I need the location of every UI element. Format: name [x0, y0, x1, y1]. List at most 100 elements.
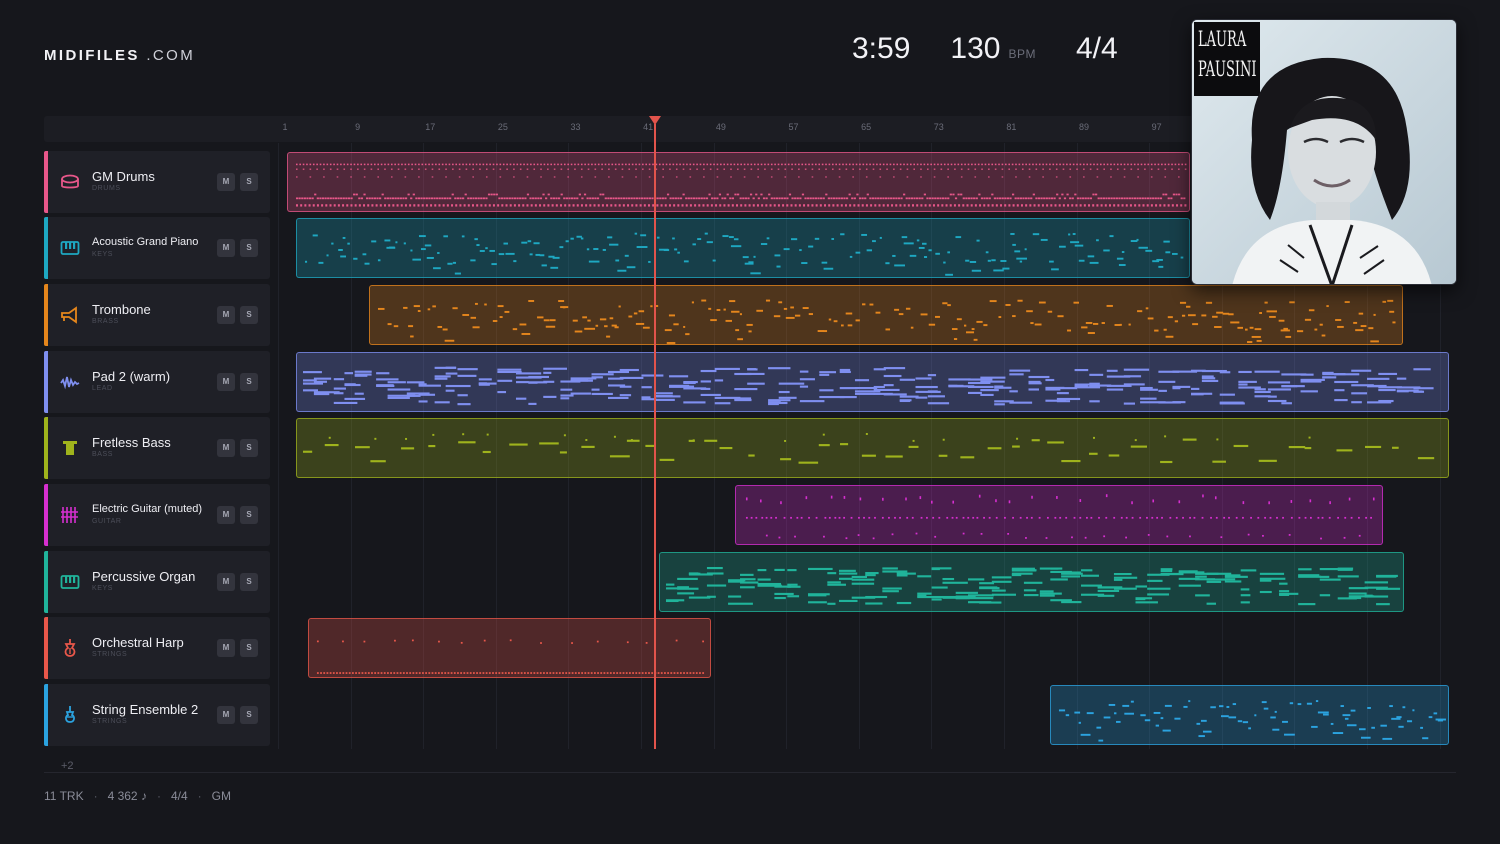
solo-button[interactable]: S	[240, 506, 258, 524]
track-name[interactable]: Acoustic Grand Piano	[92, 236, 198, 248]
ruler-tick: 17	[425, 122, 436, 132]
track-name[interactable]: Trombone	[92, 302, 151, 317]
track-category: KEYS	[92, 585, 114, 592]
harp-icon	[60, 638, 80, 658]
logo-bold: MIDIFILES	[44, 47, 140, 64]
guitar-icon	[60, 505, 80, 525]
track-header[interactable]: Pad 2 (warm) LEAD M S	[44, 351, 270, 413]
track-category: BASS	[92, 451, 114, 458]
mute-button[interactable]: M	[217, 439, 235, 457]
grid-line	[278, 143, 279, 749]
midi-clip[interactable]	[296, 352, 1449, 412]
ruler-tick: 25	[497, 122, 508, 132]
mute-button[interactable]: M	[217, 573, 235, 591]
mute-button[interactable]: M	[217, 706, 235, 724]
track-header[interactable]: Fretless Bass BASS M S	[44, 417, 270, 479]
midi-clip[interactable]	[735, 485, 1383, 545]
midi-clip[interactable]	[287, 152, 1190, 212]
playhead[interactable]	[654, 124, 656, 749]
bass-icon	[60, 438, 80, 458]
track-category: BRASS	[92, 318, 119, 325]
track-name[interactable]: Fretless Bass	[92, 435, 171, 450]
track-name[interactable]: Pad 2 (warm)	[92, 369, 170, 384]
site-logo[interactable]: MIDIFILES .COM	[44, 47, 195, 64]
mute-button[interactable]: M	[217, 173, 235, 191]
clip-notes	[745, 494, 1375, 540]
solo-button[interactable]: S	[240, 306, 258, 324]
track-header[interactable]: Trombone BRASS M S	[44, 284, 270, 346]
waveform-icon	[60, 372, 80, 392]
playhead-marker[interactable]	[649, 116, 661, 125]
track-color-stripe	[44, 417, 48, 479]
track-name[interactable]: Percussive Organ	[92, 569, 195, 584]
clip-notes	[377, 299, 1396, 344]
track-header[interactable]: Electric Guitar (muted) GUITAR M S	[44, 484, 270, 546]
clip-notes	[316, 639, 705, 674]
cover-artist-text: LAURA PAUSINI	[1198, 27, 1257, 81]
solo-button[interactable]: S	[240, 173, 258, 191]
track-category: LEAD	[92, 385, 113, 392]
midi-clip[interactable]	[1050, 685, 1449, 745]
clip-notes	[304, 232, 1184, 276]
mute-button[interactable]: M	[217, 639, 235, 657]
clip-notes	[295, 163, 1187, 207]
ruler-tick: 97	[1151, 122, 1162, 132]
mute-button[interactable]: M	[217, 373, 235, 391]
mute-button[interactable]: M	[217, 306, 235, 324]
midi-clip[interactable]	[369, 285, 1403, 345]
mute-button[interactable]: M	[217, 239, 235, 257]
track-color-stripe	[44, 484, 48, 546]
solo-button[interactable]: S	[240, 239, 258, 257]
track-header[interactable]: String Ensemble 2 STRINGS M S	[44, 684, 270, 746]
ruler-tick: 49	[715, 122, 726, 132]
footer-info: 11 TRK · 4 362 ♪ · 4/4 · GM	[44, 789, 231, 803]
ruler-tick: 81	[1006, 122, 1017, 132]
separator: ·	[197, 789, 202, 803]
more-tracks-indicator[interactable]: +2	[61, 760, 74, 772]
track-color-stripe	[44, 551, 48, 613]
ruler-tick: 89	[1079, 122, 1090, 132]
track-color-stripe	[44, 351, 48, 413]
track-color-stripe	[44, 217, 48, 279]
solo-button[interactable]: S	[240, 439, 258, 457]
track-color-stripe	[44, 684, 48, 746]
track-name[interactable]: GM Drums	[92, 169, 155, 184]
trombone-icon	[60, 305, 80, 325]
mute-button[interactable]: M	[217, 506, 235, 524]
song-duration: 3:59	[852, 32, 911, 65]
logo-light: .COM	[146, 47, 196, 64]
track-count: 11 TRK	[44, 789, 84, 803]
drum-icon	[60, 172, 80, 192]
tempo-display: 130 BPM	[950, 32, 1036, 66]
midi-clip[interactable]	[296, 418, 1449, 478]
footer-divider	[44, 772, 1456, 773]
track-name[interactable]: Orchestral Harp	[92, 635, 184, 650]
track-color-stripe	[44, 284, 48, 346]
midi-clip[interactable]	[308, 618, 711, 678]
solo-button[interactable]: S	[240, 639, 258, 657]
solo-button[interactable]: S	[240, 373, 258, 391]
solo-button[interactable]: S	[240, 706, 258, 724]
track-header[interactable]: Orchestral Harp STRINGS M S	[44, 617, 270, 679]
track-name[interactable]: Electric Guitar (muted)	[92, 503, 202, 515]
album-cover: LAURA PAUSINI	[1191, 19, 1457, 285]
midi-clip[interactable]	[659, 552, 1404, 612]
track-header[interactable]: Percussive Organ KEYS M S	[44, 551, 270, 613]
piano-icon	[60, 238, 80, 258]
track-color-stripe	[44, 151, 48, 213]
track-name[interactable]: String Ensemble 2	[92, 702, 198, 717]
solo-button[interactable]: S	[240, 573, 258, 591]
midi-standard: GM	[211, 789, 231, 803]
track-header[interactable]: GM Drums DRUMS M S	[44, 151, 270, 213]
track-category: STRINGS	[92, 651, 128, 658]
midi-clip[interactable]	[296, 218, 1190, 278]
ruler-tick: 73	[933, 122, 944, 132]
clip-notes	[1058, 700, 1446, 742]
clip-notes	[302, 366, 1434, 406]
separator: ·	[93, 789, 98, 803]
track-category: GUITAR	[92, 518, 122, 525]
organ-icon	[60, 572, 80, 592]
track-header[interactable]: Acoustic Grand Piano KEYS M S	[44, 217, 270, 279]
violin-icon	[60, 705, 80, 725]
clip-notes	[302, 433, 1435, 464]
